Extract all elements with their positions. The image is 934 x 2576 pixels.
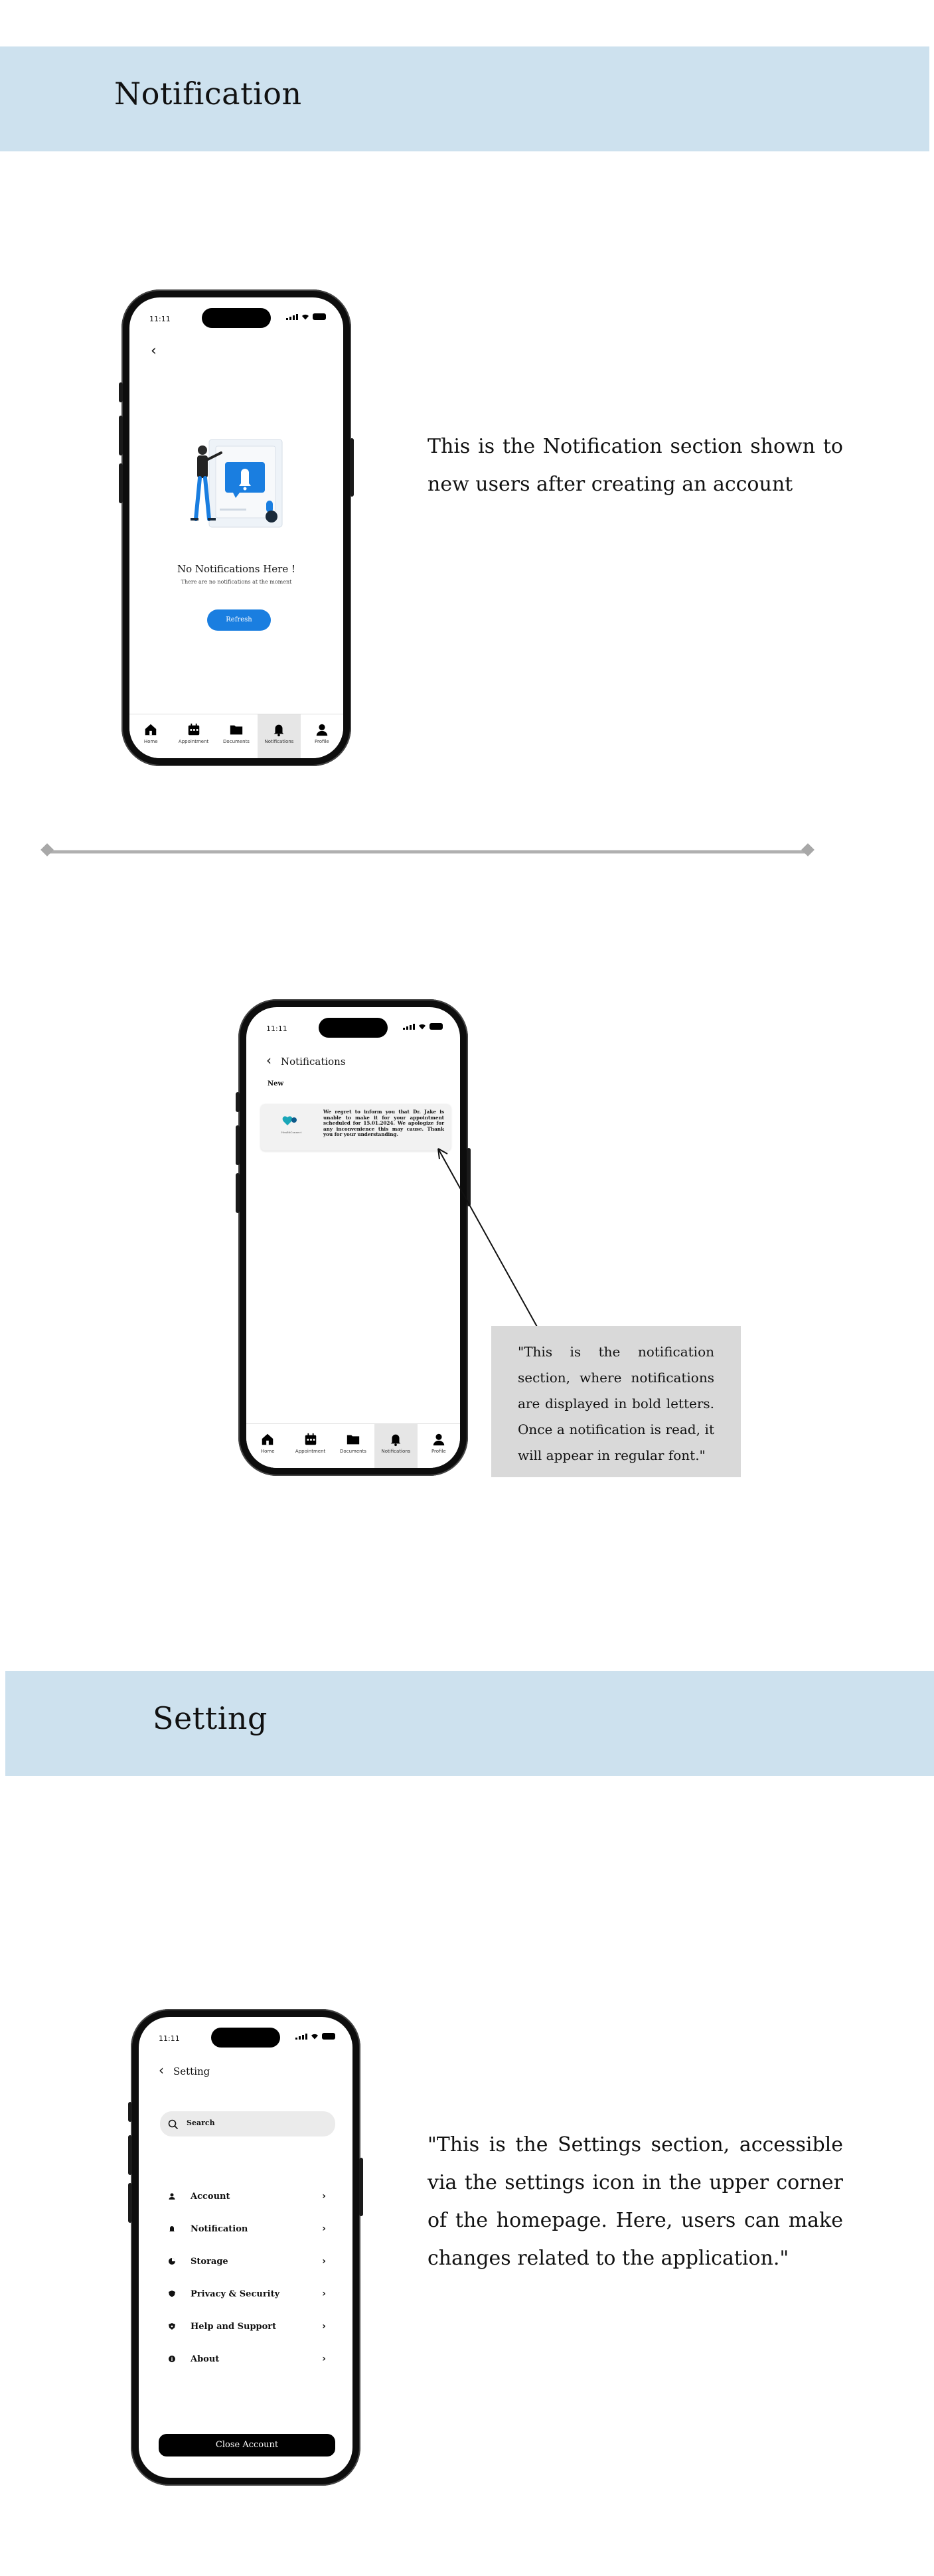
search-placeholder: Search [187,2119,215,2127]
status-time: 11:11 [159,2034,180,2043]
folder-icon [230,725,243,734]
chevron-right-icon: › [322,2289,326,2299]
section-divider [40,843,815,856]
search-icon [168,2119,179,2130]
status-icons [286,313,326,320]
notification-section-header: Notification [0,46,929,151]
chevron-right-icon: › [322,2354,326,2364]
help-shield-icon [169,2323,175,2330]
storage-icon [169,2258,175,2265]
chevron-right-icon: › [322,2321,326,2332]
chevron-right-icon: › [322,2191,326,2202]
bell-icon [391,1434,401,1446]
tab-bar: Home Appointment Documents Notifications… [129,714,343,758]
status-time: 11:11 [266,1024,287,1033]
profile-icon [433,1433,445,1445]
battery-icon [322,2033,335,2040]
group-label-new: New [268,1080,284,1087]
tab-notifications[interactable]: Notifications [374,1424,418,1468]
calendar-icon [305,1433,316,1445]
home-icon [145,724,157,735]
profile-icon [316,724,328,736]
empty-title: No Notifications Here ! [177,563,296,575]
page-title: Notifications [281,1056,346,1068]
tab-profile[interactable]: Profile [301,714,343,758]
info-icon [169,2356,175,2362]
settings-item-notification[interactable]: Notification › [165,2219,326,2239]
settings-item-about[interactable]: About › [165,2349,326,2369]
calendar-icon [188,723,199,735]
setting-section-header: Setting [5,1671,934,1776]
section-title: Notification [114,76,302,112]
tab-documents[interactable]: Documents [215,714,258,758]
chevron-right-icon: › [322,2223,326,2234]
refresh-button[interactable]: Refresh [207,609,271,631]
notification-message: We regret to inform you that Dr. Jake is… [323,1109,444,1138]
settings-item-storage[interactable]: Storage › [165,2251,326,2271]
home-icon [262,1433,273,1445]
settings-item-privacy[interactable]: Privacy & Security › [165,2284,326,2304]
back-icon[interactable]: ‹ [151,343,157,359]
notification-callout: "This is the notification section, where… [491,1326,741,1477]
battery-icon [313,313,326,320]
tab-appointment[interactable]: Appointment [289,1424,331,1468]
notification-card[interactable]: HealthConnect We regret to inform you th… [261,1104,451,1151]
shield-icon [169,2291,175,2297]
tab-appointment[interactable]: Appointment [172,714,214,758]
tab-home[interactable]: Home [246,1424,289,1468]
empty-notification-illustration [191,439,283,528]
folder-icon [347,1435,360,1444]
signal-icon [295,2033,307,2040]
back-icon[interactable]: ‹ [159,2062,164,2078]
wifi-icon [311,2034,318,2040]
wifi-icon [419,1024,426,1030]
settings-item-account[interactable]: Account › [165,2186,326,2206]
status-icons [295,2033,335,2040]
phone-settings: 11:11 ‹ Setting Search Account › Notific… [128,2009,363,2486]
settings-item-help[interactable]: Help and Support › [165,2316,326,2336]
signal-icon [403,1023,415,1030]
bell-icon [274,724,284,736]
close-account-button[interactable]: Close Account [159,2434,335,2456]
tab-documents[interactable]: Documents [332,1424,374,1468]
callout-arrow [437,1148,538,1328]
battery-icon [429,1023,443,1030]
settings-description: "This is the Settings section, accessibl… [428,2133,843,2270]
notification-description: This is the Notification section shown t… [428,435,843,496]
wifi-icon [302,314,309,320]
bell-icon [169,2226,175,2231]
signal-icon [286,313,298,320]
user-icon [169,2193,175,2200]
tab-profile[interactable]: Profile [418,1424,460,1468]
chevron-right-icon: › [322,2256,326,2267]
back-icon[interactable]: ‹ [266,1052,272,1068]
phone-empty-notifications: 11:11 ‹ No Notifications Here ! There ar… [119,289,354,766]
status-icons [403,1023,443,1030]
clinic-logo-text: HealthConnect [281,1131,302,1134]
section-title: Setting [153,1700,268,1736]
status-time: 11:11 [149,315,171,323]
empty-subtitle: There are no notifications at the moment [181,579,292,585]
search-input[interactable]: Search [160,2111,335,2136]
tab-bar: Home Appointment Documents Notifications… [246,1423,460,1468]
tab-notifications[interactable]: Notifications [258,714,301,758]
tab-home[interactable]: Home [129,714,172,758]
page-title: Setting [173,2065,210,2077]
